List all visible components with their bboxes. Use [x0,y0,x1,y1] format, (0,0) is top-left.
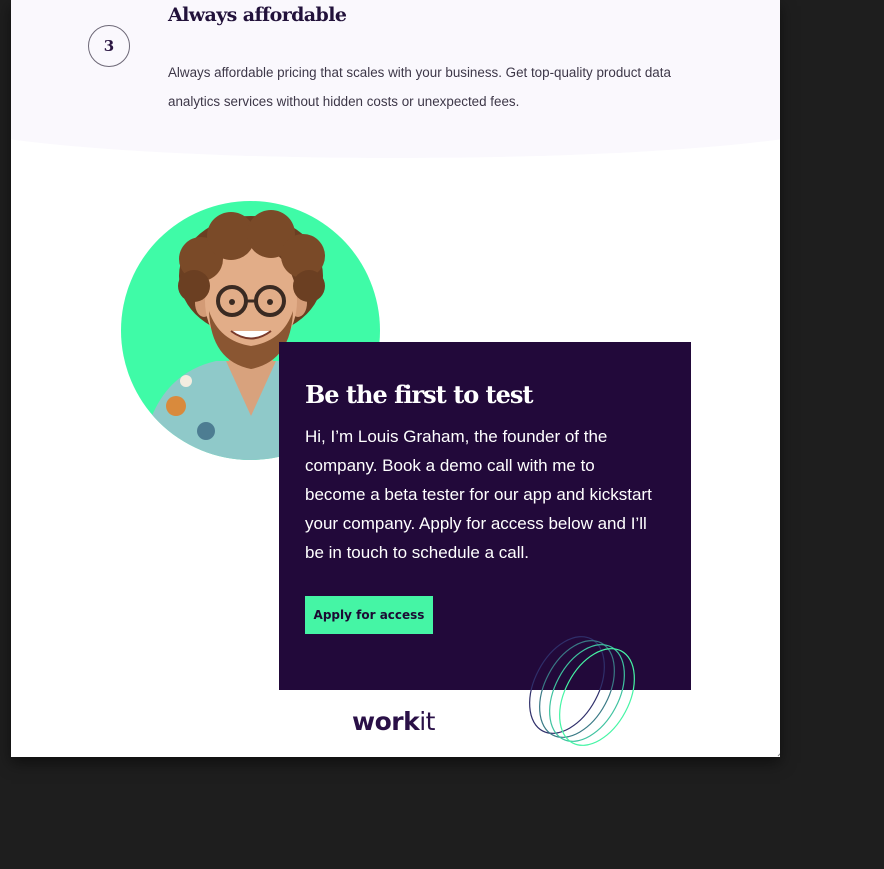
feature-title: Always affordable [168,4,347,26]
step-number: 3 [103,37,115,55]
preview-frame: 3 Always affordable Always affordable pr… [11,0,780,757]
step-number-badge: 3 [88,25,130,67]
feature-description: Always affordable pricing that scales wi… [168,65,671,109]
logo-part-bold: work [352,707,420,736]
decorative-rings-icon [529,636,635,746]
resize-grip-icon[interactable] [775,743,780,757]
cta-body: Hi, I’m Louis Graham, the founder of the… [305,427,652,562]
logo-part-light: it [419,707,435,736]
cta-title: Be the first to test [305,380,534,409]
apply-for-access-button[interactable]: Apply for access [305,596,433,634]
workit-logo: workit [352,707,435,736]
